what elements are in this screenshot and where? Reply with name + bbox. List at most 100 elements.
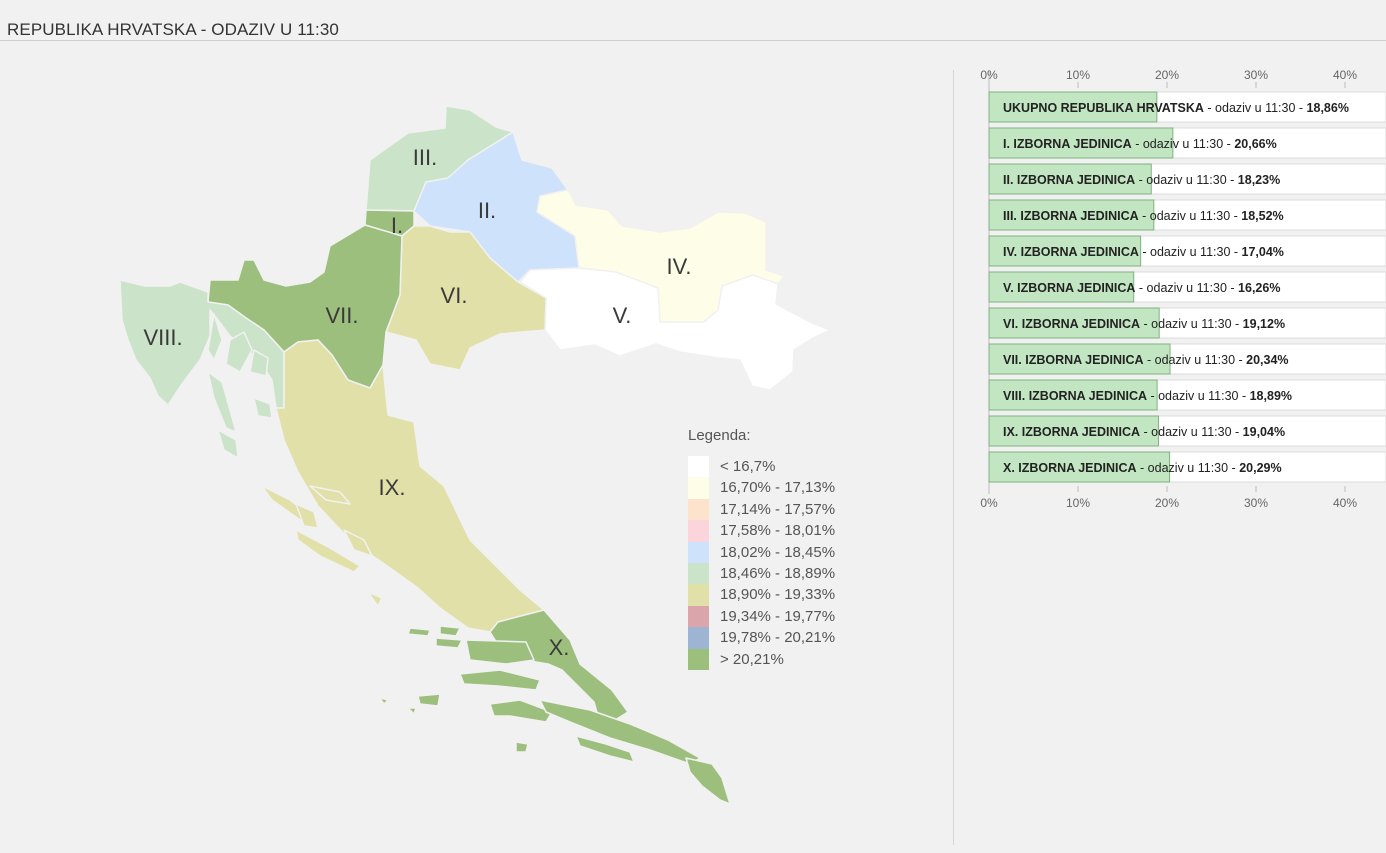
bar-category: VII. IZBORNA JEDINICA — [1003, 353, 1144, 367]
map-island-x-9 — [515, 741, 529, 753]
legend-label: 16,70% - 17,13% — [720, 479, 836, 497]
map-label-iv: IV. — [667, 254, 692, 279]
bar-value-label: 17,04% — [1242, 245, 1284, 259]
bar-category: III. IZBORNA JEDINICA — [1003, 209, 1139, 223]
legend-item: 18,90% - 19,33% — [688, 584, 835, 606]
legend-swatch — [688, 477, 709, 499]
legend-item: 19,78% - 20,21% — [688, 627, 835, 649]
map-island-x-4 — [465, 639, 535, 665]
bar-connector: - odaziv u 11:30 - — [1139, 245, 1242, 259]
bar-label: VI. IZBORNA JEDINICA - odaziv u 11:30 - … — [1003, 317, 1285, 331]
bar-label: V. IZBORNA JEDINICA - odaziv u 11:30 - 1… — [1003, 281, 1280, 295]
bar-connector: - odaziv u 11:30 - — [1204, 101, 1307, 115]
bar-label: VII. IZBORNA JEDINICA - odaziv u 11:30 -… — [1003, 353, 1289, 367]
legend-swatch — [688, 605, 709, 628]
axis-tick-label-top: 40% — [1333, 68, 1357, 82]
legend-label: 17,58% - 18,01% — [720, 522, 836, 540]
legend-label: 18,02% - 18,45% — [720, 543, 836, 561]
map-island-x-12 — [407, 707, 417, 715]
bar-value-label: 18,86% — [1307, 101, 1349, 115]
bar-value-label: 20,29% — [1239, 461, 1281, 475]
map-label-i: I. — [391, 213, 403, 238]
legend-item: > 20,21% — [688, 648, 784, 670]
bar-category: X. IZBORNA JEDINICA — [1003, 461, 1137, 475]
bar-category: UKUPNO REPUBLIKA HRVATSKA — [1003, 101, 1204, 115]
map-label-v: V. — [613, 303, 632, 328]
map-legend: Legenda: < 16,7% 16,70% - 17,13% 17,14% … — [688, 427, 835, 670]
page-title: REPUBLIKA HRVATSKA - ODAZIV U 11:30 — [7, 20, 339, 39]
bar-connector: - odaziv u 11:30 - — [1135, 281, 1238, 295]
legend-label: 19,34% - 19,77% — [720, 607, 836, 625]
map-region-ix[interactable] — [275, 339, 545, 633]
axis-tick-label-top: 10% — [1066, 68, 1090, 82]
legend-item: 18,02% - 18,45% — [688, 541, 835, 563]
bar-connector: - odaziv u 11:30 - — [1140, 317, 1243, 331]
bar-value-label: 20,34% — [1246, 353, 1288, 367]
map-island-viii-4 — [207, 371, 237, 433]
bar-label: X. IZBORNA JEDINICA - odaziv u 11:30 - 2… — [1003, 461, 1282, 475]
bar-label: III. IZBORNA JEDINICA - odaziv u 11:30 -… — [1003, 209, 1284, 223]
legend-label: < 16,7% — [720, 458, 776, 475]
legend-item: 17,14% - 17,57% — [688, 498, 835, 521]
bar-category: IV. IZBORNA JEDINICA — [1003, 245, 1139, 259]
map-label-ix: IX. — [379, 475, 406, 500]
bar-value-label: 20,66% — [1234, 137, 1276, 151]
legend-swatch — [688, 498, 709, 521]
legend-swatch — [688, 627, 709, 649]
map-label-x: X. — [549, 635, 570, 660]
legend-swatch — [688, 584, 709, 606]
bar-label: II. IZBORNA JEDINICA - odaziv u 11:30 - … — [1003, 173, 1280, 187]
legend-items: < 16,7% 16,70% - 17,13% 17,14% - 17,57% … — [688, 456, 835, 670]
legend-item: < 16,7% — [688, 456, 775, 478]
legend-title: Legenda: — [688, 427, 751, 444]
axis-tick-label-top: 0% — [980, 68, 998, 82]
bar-category: II. IZBORNA JEDINICA — [1003, 173, 1135, 187]
map-island-ix-6 — [367, 591, 383, 607]
legend-label: 18,90% - 19,33% — [720, 586, 836, 604]
bar-category: I. IZBORNA JEDINICA — [1003, 137, 1132, 151]
map-label-viii: VIII. — [143, 325, 182, 350]
legend-swatch — [688, 456, 709, 478]
legend-label: 18,46% - 18,89% — [720, 564, 836, 582]
bar-connector: - odaziv u 11:30 - — [1139, 209, 1242, 223]
legend-item: 18,46% - 18,89% — [688, 562, 835, 585]
bar-connector: - odaziv u 11:30 - — [1137, 461, 1240, 475]
legend-swatch — [688, 541, 709, 563]
map-island-x-2 — [439, 625, 461, 637]
axis-tick-label-bottom: 10% — [1066, 496, 1090, 510]
bar-category: V. IZBORNA JEDINICA — [1003, 281, 1135, 295]
legend-item: 16,70% - 17,13% — [688, 477, 835, 499]
map-island-viii-5 — [253, 397, 273, 419]
legend-label: > 20,21% — [720, 650, 784, 668]
bar-connector: - odaziv u 11:30 - — [1140, 425, 1243, 439]
legend-item: 17,58% - 18,01% — [688, 520, 835, 542]
bar-connector: - odaziv u 11:30 - — [1135, 173, 1238, 187]
bar-label: IX. IZBORNA JEDINICA - odaziv u 11:30 - … — [1003, 425, 1285, 439]
map-label-vi: VI. — [441, 283, 468, 308]
axis-tick-label-bottom: 40% — [1333, 496, 1357, 510]
map-island-x-3 — [435, 637, 463, 649]
bar-value-label: 19,04% — [1243, 425, 1285, 439]
croatia-map: I. II. III. IV. V. VI. VII. VIII. IX. X. — [119, 105, 831, 805]
bar-category: VIII. IZBORNA JEDINICA — [1003, 389, 1147, 403]
legend-label: 17,14% - 17,57% — [720, 500, 836, 518]
map-island-x-1 — [407, 627, 431, 637]
axis-tick-label-top: 30% — [1244, 68, 1268, 82]
page-header: REPUBLIKA HRVATSKA - ODAZIV U 11:30 — [0, 0, 1386, 41]
axis-tick-label-top: 20% — [1155, 68, 1179, 82]
bar-value-label: 18,89% — [1250, 389, 1292, 403]
legend-swatch — [688, 562, 709, 585]
panel-divider — [953, 70, 954, 845]
axis-tick-label-bottom: 20% — [1155, 496, 1179, 510]
bar-label: VIII. IZBORNA JEDINICA - odaziv u 11:30 … — [1003, 389, 1292, 403]
bar-category: VI. IZBORNA JEDINICA — [1003, 317, 1140, 331]
legend-swatch — [688, 520, 709, 542]
legend-item: 19,34% - 19,77% — [688, 605, 835, 628]
bar-connector: - odaziv u 11:30 - — [1144, 353, 1247, 367]
legend-label: 19,78% - 20,21% — [720, 629, 836, 647]
legend-swatch — [688, 648, 709, 670]
turnout-bar-chart: 0% 0% 10% 10% 20% 20% 30% 30% 40% 40% UKUPNO REPUB… — [980, 68, 1386, 510]
map-island-viii-6 — [217, 429, 239, 459]
map-island-x-5 — [459, 669, 541, 691]
bar-value-label: 18,23% — [1238, 173, 1280, 187]
